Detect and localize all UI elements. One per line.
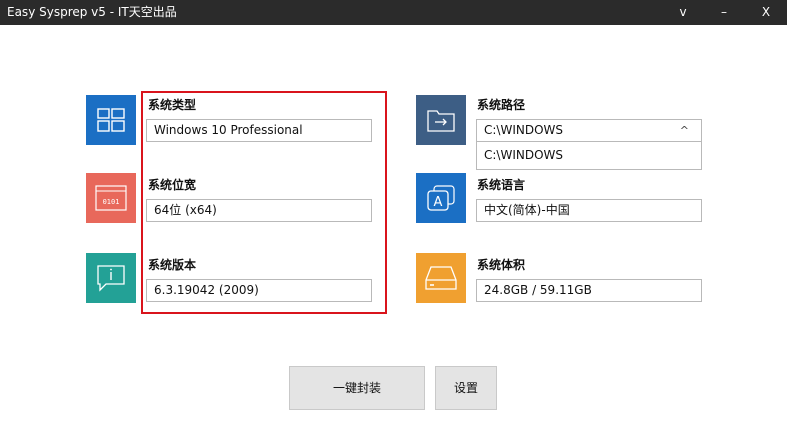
system-path-value: C:\WINDOWS [484,123,564,137]
window-title: Easy Sysprep v5 - IT天空出品 [7,5,177,19]
title-bar: Easy Sysprep v5 - IT天空出品 v – X [0,0,787,25]
chevron-up-icon[interactable]: ^ [680,120,689,141]
system-path-label: 系统路径 [477,98,526,112]
system-language-field[interactable]: 中文(简体)-中国 [476,199,702,222]
info-chat-icon [86,253,136,303]
windows-tiles-icon [86,95,136,145]
system-language-label: 系统语言 [477,178,526,192]
svg-text:A: A [434,195,443,210]
binary-window-icon: 0101 [86,173,136,223]
settings-button[interactable]: 设置 [435,366,497,410]
close-button[interactable]: X [751,0,781,25]
menu-chevron-button[interactable]: v [668,0,698,25]
svg-text:0101: 0101 [103,198,120,206]
system-path-combobox[interactable]: C:\WINDOWS ^ [476,119,702,142]
highlight-box [141,91,387,314]
language-letter-icon: A [416,173,466,223]
folder-arrow-icon [416,95,466,145]
hard-drive-icon [416,253,466,303]
minimize-button[interactable]: – [709,0,739,25]
dropdown-option[interactable]: C:\WINDOWS [484,142,701,169]
system-size-label: 系统体积 [477,258,526,272]
system-path-dropdown: C:\WINDOWS [476,142,702,170]
system-size-field[interactable]: 24.8GB / 59.11GB [476,279,702,302]
one-click-seal-button[interactable]: 一键封装 [289,366,425,410]
